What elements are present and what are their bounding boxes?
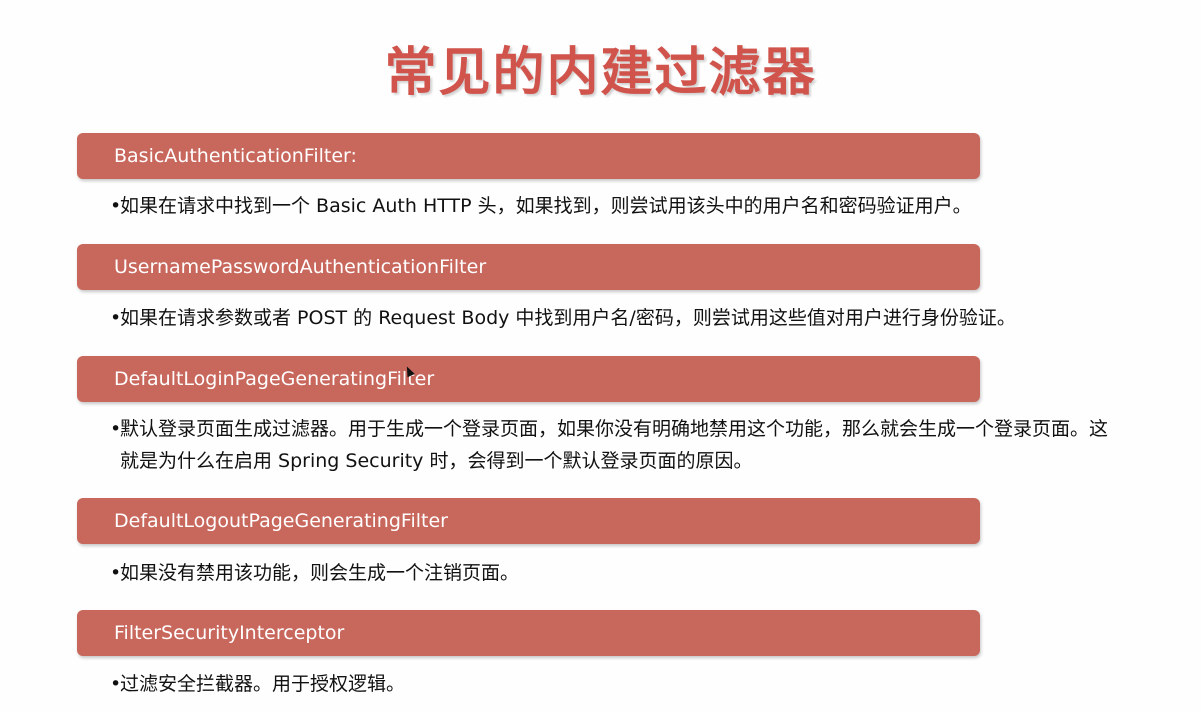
filter-desc-text: 如果在请求参数或者 POST 的 Request Body 中找到用户名/密码，…: [120, 307, 1016, 329]
bullet-icon: •: [110, 195, 122, 217]
slide-title: 常见的内建过滤器: [384, 43, 817, 103]
slide: 常见的内建过滤器 BasicAuthenticationFilter: •如果在…: [0, 0, 1201, 712]
filter-desc-text: 如果没有禁用该功能，则会生成一个注销页面。: [120, 562, 520, 584]
filter-desc-default-logout-page: •如果没有禁用该功能，则会生成一个注销页面。: [110, 557, 1195, 589]
filter-desc-text: 过滤安全拦截器。用于授权逻辑。: [120, 673, 406, 695]
filter-header-basic-auth: BasicAuthenticationFilter:: [77, 133, 980, 179]
filter-header-username-password: UsernamePasswordAuthenticationFilter: [77, 244, 980, 290]
bullet-icon: •: [110, 562, 122, 584]
filter-desc-text-continued: 就是为什么在启用 Spring Security 时，会得到一个默认登录页面的原…: [120, 450, 753, 472]
filter-desc-filter-security-interceptor: •过滤安全拦截器。用于授权逻辑。: [110, 668, 1195, 700]
filter-desc-username-password: •如果在请求参数或者 POST 的 Request Body 中找到用户名/密码…: [110, 302, 1195, 334]
filter-header-default-logout-page: DefaultLogoutPageGeneratingFilter: [77, 498, 980, 544]
filter-desc-basic-auth: •如果在请求中找到一个 Basic Auth HTTP 头，如果找到，则尝试用该…: [110, 190, 1195, 222]
filter-desc-text: 默认登录页面生成过滤器。用于生成一个登录页面，如果你没有明确地禁用这个功能，那么…: [120, 418, 1109, 440]
filter-desc-default-login-page: •默认登录页面生成过滤器。用于生成一个登录页面，如果你没有明确地禁用这个功能，那…: [110, 413, 1195, 477]
bullet-icon: •: [110, 673, 122, 695]
bullet-icon: •: [110, 307, 122, 329]
filter-desc-text: 如果在请求中找到一个 Basic Auth HTTP 头，如果找到，则尝试用该头…: [120, 195, 972, 217]
filter-header-default-login-page: DefaultLoginPageGeneratingFilter: [77, 356, 980, 402]
filter-header-filter-security-interceptor: FilterSecurityInterceptor: [77, 610, 980, 656]
bullet-icon: •: [110, 418, 122, 440]
